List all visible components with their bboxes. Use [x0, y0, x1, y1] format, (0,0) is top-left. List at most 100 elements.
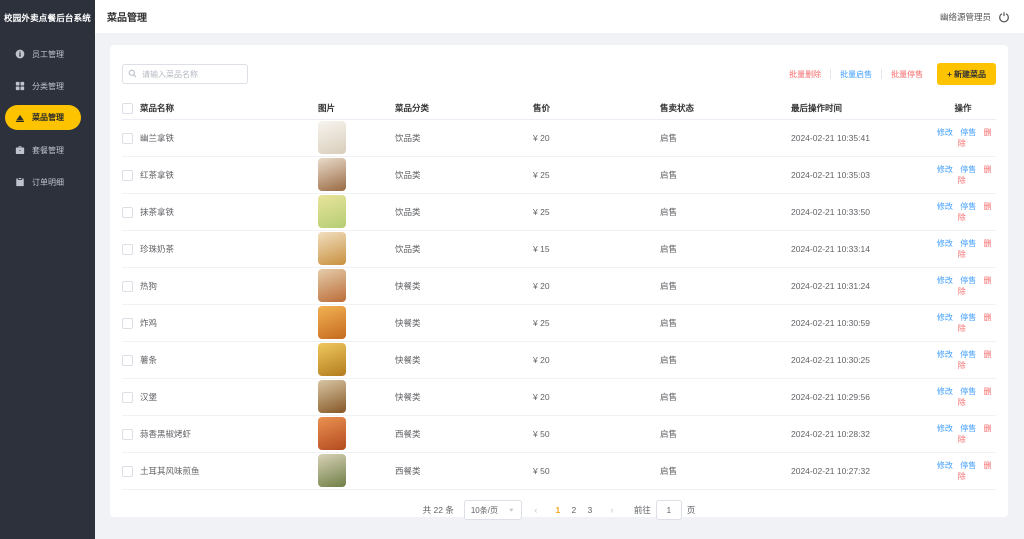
col-price: 售价 [533, 102, 660, 114]
edit-link[interactable]: 修改 [937, 165, 953, 174]
page-number-2[interactable]: 2 [566, 505, 582, 515]
stop-sale-link[interactable]: 停售 [960, 128, 976, 137]
dish-image [318, 380, 346, 413]
sidebar-item-employee[interactable]: 员工管理 [0, 38, 95, 70]
page-number-1[interactable]: 1 [550, 505, 566, 515]
row-checkbox[interactable] [122, 170, 133, 181]
dish-category: 西餐类 [395, 465, 533, 477]
edit-link[interactable]: 修改 [937, 387, 953, 396]
goto-label: 前往 [634, 504, 651, 516]
page-size-value: 10条/页 [471, 505, 498, 516]
edit-link[interactable]: 修改 [937, 461, 953, 470]
stop-sale-link[interactable]: 停售 [960, 461, 976, 470]
batch-disable-button[interactable]: 批量停售 [891, 69, 923, 80]
row-checkbox[interactable] [122, 207, 133, 218]
dish-updated-time: 2024-02-21 10:27:32 [791, 466, 930, 476]
dish-price: ¥ 15 [533, 244, 660, 254]
dish-updated-time: 2024-02-21 10:33:50 [791, 207, 930, 217]
edit-link[interactable]: 修改 [937, 350, 953, 359]
dish-updated-time: 2024-02-21 10:30:25 [791, 355, 930, 365]
dish-price: ¥ 20 [533, 392, 660, 402]
col-time: 最后操作时间 [791, 102, 930, 114]
dish-name: 珍珠奶茶 [140, 243, 174, 255]
edit-link[interactable]: 修改 [937, 202, 953, 211]
dish-table: 菜品名称 图片 菜品分类 售价 售卖状态 最后操作时间 操作 幽兰拿铁 饮品类 … [122, 97, 996, 490]
stop-sale-link[interactable]: 停售 [960, 202, 976, 211]
edit-link[interactable]: 修改 [937, 313, 953, 322]
search-icon [128, 69, 137, 78]
edit-link[interactable]: 修改 [937, 424, 953, 433]
divider [881, 69, 882, 79]
sidebar-item-combo[interactable]: 套餐管理 [0, 134, 95, 166]
dish-status: 启售 [660, 169, 791, 181]
dish-category: 饮品类 [395, 206, 533, 218]
row-checkbox[interactable] [122, 133, 133, 144]
page-title: 菜品管理 [107, 9, 147, 24]
dish-image [318, 121, 346, 154]
stop-sale-link[interactable]: 停售 [960, 387, 976, 396]
info-circle-icon [14, 49, 25, 60]
pagination: 共 22 条 10条/页 ▼ ‹ 123 › 前往 页 [122, 500, 996, 520]
dish-status: 启售 [660, 280, 791, 292]
table-row: 红茶拿铁 饮品类 ¥ 25 启售 2024-02-21 10:35:03 修改 … [122, 157, 996, 194]
dish-name: 幽兰拿铁 [140, 132, 174, 144]
pagination-total: 共 22 条 [423, 504, 454, 516]
stop-sale-link[interactable]: 停售 [960, 424, 976, 433]
stop-sale-link[interactable]: 停售 [960, 239, 976, 248]
batch-enable-button[interactable]: 批量启售 [840, 69, 872, 80]
col-status: 售卖状态 [660, 102, 791, 114]
search-input[interactable] [122, 64, 248, 84]
row-checkbox[interactable] [122, 244, 133, 255]
dish-updated-time: 2024-02-21 10:31:24 [791, 281, 930, 291]
table-header: 菜品名称 图片 菜品分类 售价 售卖状态 最后操作时间 操作 [122, 97, 996, 120]
row-checkbox[interactable] [122, 466, 133, 477]
prev-page-button[interactable]: ‹ [528, 505, 544, 515]
page-size-select[interactable]: 10条/页 ▼ [464, 500, 522, 520]
row-checkbox[interactable] [122, 392, 133, 403]
sidebar-item-category[interactable]: 分类管理 [0, 70, 95, 102]
stop-sale-link[interactable]: 停售 [960, 350, 976, 359]
row-checkbox[interactable] [122, 318, 133, 329]
table-body: 幽兰拿铁 饮品类 ¥ 20 启售 2024-02-21 10:35:41 修改 … [122, 120, 996, 490]
stop-sale-link[interactable]: 停售 [960, 276, 976, 285]
stop-sale-link[interactable]: 停售 [960, 313, 976, 322]
dish-category: 快餐类 [395, 280, 533, 292]
dish-price: ¥ 50 [533, 466, 660, 476]
dish-price: ¥ 50 [533, 429, 660, 439]
dish-price: ¥ 25 [533, 207, 660, 217]
batch-delete-button[interactable]: 批量删除 [789, 69, 821, 80]
edit-link[interactable]: 修改 [937, 128, 953, 137]
dish-name: 蒜香黑椒烤虾 [140, 428, 191, 440]
dish-image [318, 343, 346, 376]
dish-image [318, 232, 346, 265]
edit-link[interactable]: 修改 [937, 276, 953, 285]
new-dish-button[interactable]: + 新建菜品 [937, 63, 996, 85]
edit-link[interactable]: 修改 [937, 239, 953, 248]
row-checkbox[interactable] [122, 355, 133, 366]
power-logout-icon[interactable] [998, 11, 1010, 23]
next-page-button[interactable]: › [604, 505, 620, 515]
table-row: 幽兰拿铁 饮品类 ¥ 20 启售 2024-02-21 10:35:41 修改 … [122, 120, 996, 157]
dish-status: 启售 [660, 465, 791, 477]
dish-image [318, 158, 346, 191]
col-ops: 操作 [930, 102, 996, 114]
sidebar-item-order[interactable]: 订单明细 [0, 166, 95, 198]
select-all-checkbox[interactable] [122, 103, 133, 114]
dish-category: 快餐类 [395, 317, 533, 329]
page-number-3[interactable]: 3 [582, 505, 598, 515]
table-row: 热狗 快餐类 ¥ 20 启售 2024-02-21 10:31:24 修改 停售… [122, 268, 996, 305]
dish-image [318, 269, 346, 302]
dish-status: 启售 [660, 206, 791, 218]
dish-name: 热狗 [140, 280, 157, 292]
dish-updated-time: 2024-02-21 10:30:59 [791, 318, 930, 328]
row-checkbox[interactable] [122, 281, 133, 292]
dish-category: 饮品类 [395, 132, 533, 144]
search-box [122, 64, 248, 85]
goto-page-input[interactable] [656, 500, 682, 520]
stop-sale-link[interactable]: 停售 [960, 165, 976, 174]
row-checkbox[interactable] [122, 429, 133, 440]
col-category: 菜品分类 [395, 102, 533, 114]
dish-name: 汉堡 [140, 391, 157, 403]
sidebar-item-dish[interactable]: 菜品管理 [5, 105, 81, 130]
dish-price: ¥ 20 [533, 133, 660, 143]
